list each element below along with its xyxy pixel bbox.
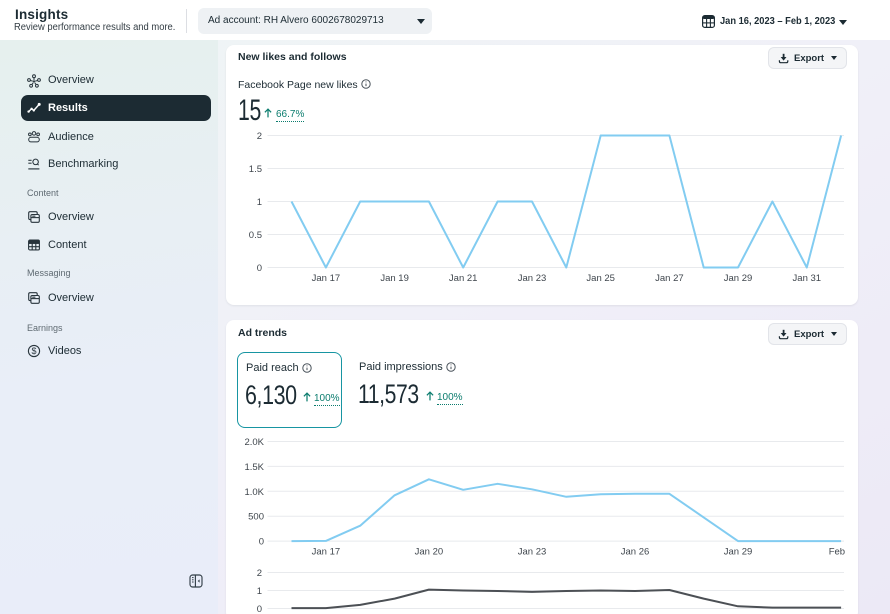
svg-text:Jan 29: Jan 29 [724,273,753,284]
svg-text:Jan 31: Jan 31 [793,273,822,284]
svg-text:1.5: 1.5 [249,164,262,175]
svg-text:0: 0 [257,604,262,614]
svg-text:Jan 27: Jan 27 [655,273,684,284]
svg-text:Jan 21: Jan 21 [449,273,478,284]
svg-text:Jan 25: Jan 25 [586,273,615,284]
svg-text:Jan 20: Jan 20 [415,547,444,558]
svg-text:2: 2 [257,568,262,579]
svg-text:0: 0 [259,537,264,548]
svg-text:Feb: Feb [829,547,845,558]
svg-text:1.0K: 1.0K [244,487,264,498]
svg-text:2: 2 [257,131,262,142]
svg-text:1: 1 [257,197,262,208]
svg-text:500: 500 [248,512,264,523]
svg-text:0.5: 0.5 [249,230,262,241]
svg-text:Jan 19: Jan 19 [380,273,409,284]
svg-text:1.5K: 1.5K [244,462,264,473]
svg-text:Jan 29: Jan 29 [724,547,753,558]
svg-text:Jan 17: Jan 17 [312,273,341,284]
svg-text:Jan 26: Jan 26 [621,547,650,558]
svg-text:Jan 23: Jan 23 [518,273,547,284]
svg-text:1: 1 [257,586,262,597]
svg-text:Jan 23: Jan 23 [518,547,547,558]
svg-text:Jan 17: Jan 17 [312,547,341,558]
svg-text:2.0K: 2.0K [244,437,264,448]
svg-text:0: 0 [257,263,262,274]
